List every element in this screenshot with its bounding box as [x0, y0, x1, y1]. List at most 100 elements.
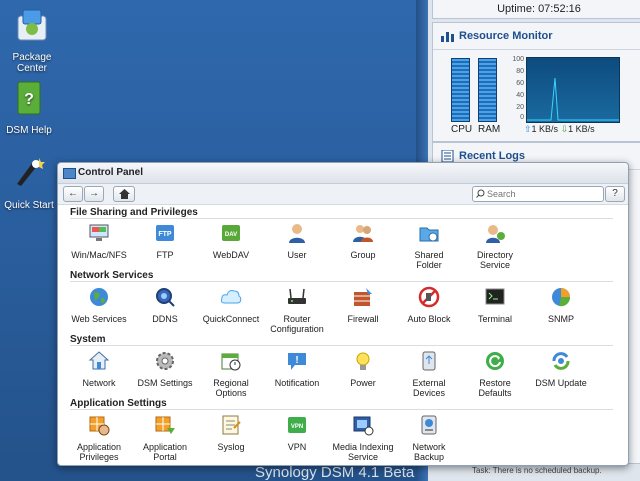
brand-watermark: Synology DSM 4.1 Beta [255, 464, 415, 481]
item-ftp[interactable]: FTP FTP [132, 222, 198, 260]
svg-text:VPN: VPN [291, 424, 303, 430]
network-backup-icon [421, 415, 437, 435]
item-restore-defaults[interactable]: Restore Defaults [462, 350, 528, 398]
item-ddns[interactable]: DDNS [132, 286, 198, 324]
item-label: Network [412, 442, 446, 452]
item-network-backup[interactable]: Network Backup [396, 414, 462, 462]
home-button[interactable] [113, 186, 135, 202]
item-router-configuration[interactable]: Router Configuration [264, 286, 330, 334]
item-application-privileges[interactable]: Application Privileges [66, 414, 132, 462]
item-shared-folder[interactable]: Shared Folder [396, 222, 462, 270]
item-firewall[interactable]: Firewall [330, 286, 396, 324]
item-label: Firewall [347, 314, 379, 324]
resource-monitor-header[interactable]: Resource Monitor [433, 23, 640, 50]
search-input[interactable] [487, 187, 597, 200]
back-button[interactable]: ← [63, 186, 83, 202]
item-quickconnect[interactable]: QuickConnect [198, 286, 264, 324]
restore-defaults-icon [486, 352, 504, 370]
item-terminal[interactable]: Terminal [462, 286, 528, 324]
svg-text:FTP: FTP [158, 231, 172, 238]
directory-service-icon [486, 225, 505, 243]
forward-button[interactable]: → [84, 186, 104, 202]
search-icon [476, 189, 485, 198]
app-portal-icon [155, 416, 175, 434]
item-vpn[interactable]: VPN VPN [264, 414, 330, 452]
item-network[interactable]: Network [66, 350, 132, 388]
dsm-help-icon: ? [17, 81, 41, 115]
desktop-icon-label: DSM Help [6, 125, 52, 136]
search-field[interactable] [472, 186, 604, 202]
item-label: Configuration [270, 324, 324, 334]
desktop-icon-label: Quick Start [4, 200, 54, 211]
syslog-icon [222, 415, 241, 435]
section-divider [70, 218, 613, 219]
item-regional-options[interactable]: Regional Options [198, 350, 264, 398]
desktop-icon-dsm-help[interactable]: ? DSM Help [0, 79, 61, 136]
item-snmp[interactable]: SNMP [528, 286, 594, 324]
quickconnect-icon [220, 290, 242, 304]
item-label: Restore [479, 378, 511, 388]
power-icon [356, 352, 370, 370]
help-button[interactable]: ? [605, 186, 625, 202]
item-label: DSM Update [535, 378, 587, 388]
item-notification[interactable]: ! Notification [264, 350, 330, 388]
item-label: DDNS [152, 314, 178, 324]
ddns-icon [156, 288, 175, 307]
regional-options-icon [221, 353, 241, 371]
router-icon [288, 288, 306, 304]
item-label: Web Services [71, 314, 127, 324]
item-label: Router [283, 314, 311, 324]
win-mac-nfs-icon [89, 224, 109, 241]
network-icon [88, 351, 110, 370]
item-power[interactable]: Power [330, 350, 396, 388]
y-tick: 80 [516, 68, 524, 75]
item-label: Service [347, 452, 378, 462]
item-auto-block[interactable]: Auto Block [396, 286, 462, 324]
network-graph-line [527, 77, 619, 121]
item-win-mac-nfs[interactable]: Win/Mac/NFS [66, 222, 132, 260]
section-title-system: System [70, 334, 106, 345]
item-label: Network [82, 378, 116, 388]
item-label: Application [76, 442, 122, 452]
item-webdav[interactable]: DAV WebDAV [198, 222, 264, 260]
y-tick: 100 [512, 56, 524, 63]
item-group[interactable]: Group [330, 222, 396, 260]
item-label: Service [479, 260, 510, 270]
item-external-devices[interactable]: External Devices [396, 350, 462, 398]
item-dsm-settings[interactable]: DSM Settings [132, 350, 198, 388]
item-syslog[interactable]: Syslog [198, 414, 264, 452]
section-divider [70, 409, 613, 410]
item-label: Regional [213, 378, 249, 388]
item-label: Folder [416, 260, 442, 270]
download-arrow-icon: ⇩ [560, 124, 569, 134]
quick-start-icon [17, 158, 45, 186]
item-user[interactable]: User [264, 222, 330, 260]
item-label: Options [215, 388, 247, 398]
item-label: Auto Block [407, 314, 451, 324]
desktop-icon-package-center[interactable]: Package Center [0, 6, 64, 74]
item-web-services[interactable]: Web Services [66, 286, 132, 324]
y-tick: 0 [520, 114, 524, 121]
snmp-icon [552, 288, 571, 307]
arrow-left-icon: ← [68, 188, 78, 199]
item-application-portal[interactable]: Application Portal [132, 414, 198, 462]
vpn-icon: VPN [288, 417, 306, 433]
item-label: Shared [414, 250, 444, 260]
arrow-right-icon: → [89, 188, 99, 199]
section-title-network-services: Network Services [70, 270, 154, 281]
item-directory-service[interactable]: Directory Service [462, 222, 528, 270]
item-dsm-update[interactable]: DSM Update [528, 350, 594, 388]
auto-block-icon [418, 286, 440, 308]
control-panel-toolbar: ← → ? [58, 184, 628, 205]
control-panel-titlebar[interactable]: Control Panel [58, 163, 628, 184]
item-label: External [412, 378, 446, 388]
desktop-icon-quick-start[interactable]: Quick Start [0, 154, 61, 211]
control-panel-icon [63, 168, 76, 179]
shared-folder-icon [419, 227, 439, 242]
network-graph [526, 57, 620, 123]
net-speed: ⇧1 KB/s ⇩1 KB/s [524, 124, 595, 135]
log-list-icon [441, 150, 454, 162]
y-tick: 40 [516, 92, 524, 99]
item-media-indexing-service[interactable]: Media Indexing Service [330, 414, 396, 462]
svg-text:!: ! [295, 355, 298, 366]
